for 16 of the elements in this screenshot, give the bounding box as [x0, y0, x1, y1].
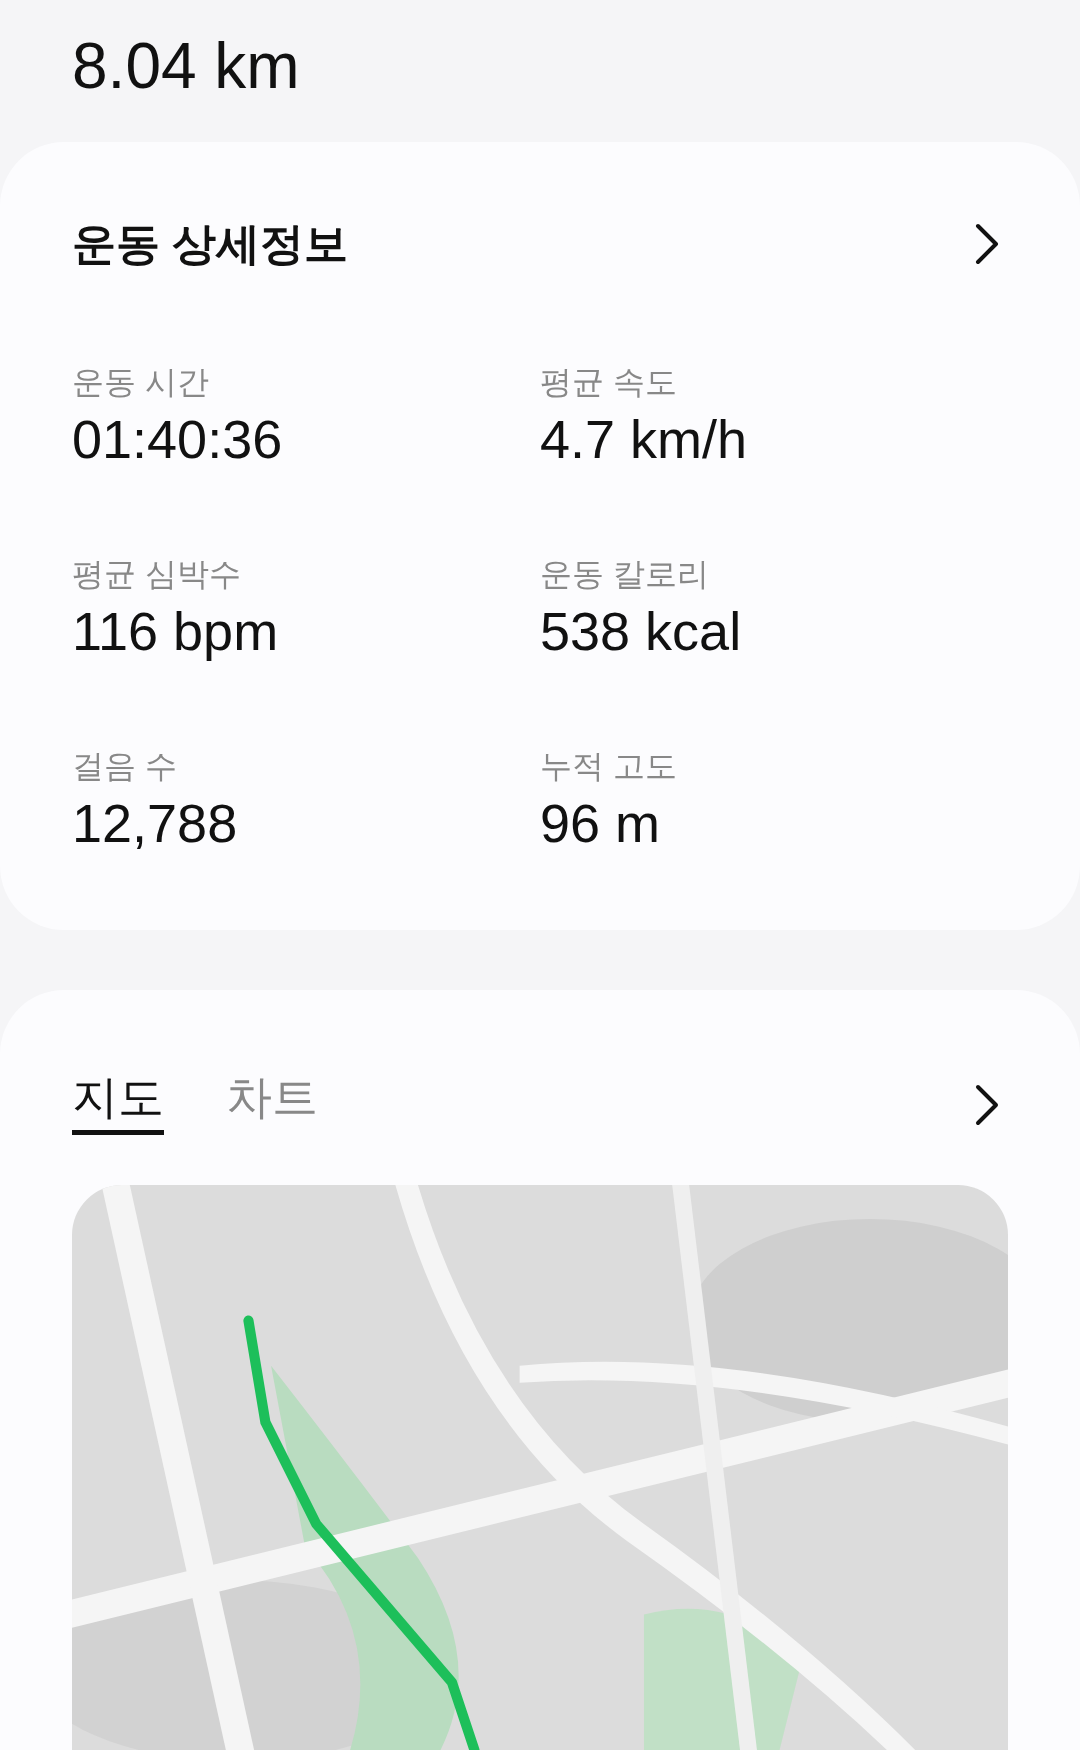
distance-value: 8.04 km — [72, 30, 300, 102]
stat-label: 평균 심박수 — [72, 558, 242, 590]
stat-label: 누적 고도 — [540, 750, 678, 782]
stat-label: 운동 시간 — [72, 366, 210, 398]
chevron-right-icon[interactable] — [974, 223, 1000, 265]
stat-value: 12,788 — [72, 796, 239, 850]
card-title: 운동 상세정보 — [72, 222, 349, 266]
tab[interactable]: 지도 — [72, 1074, 164, 1135]
stat-value: 4.7 km/h — [540, 412, 749, 466]
chevron-right-icon[interactable] — [974, 1083, 1000, 1126]
stat-label: 운동 칼로리 — [540, 558, 710, 590]
stat-label: 걸음 수 — [72, 750, 178, 782]
stat-value: 01:40:36 — [72, 412, 284, 466]
stat-label: 평균 속도 — [540, 366, 678, 398]
stat-value: 538 kcal — [540, 604, 743, 658]
stat-value: 96 m — [540, 796, 662, 850]
